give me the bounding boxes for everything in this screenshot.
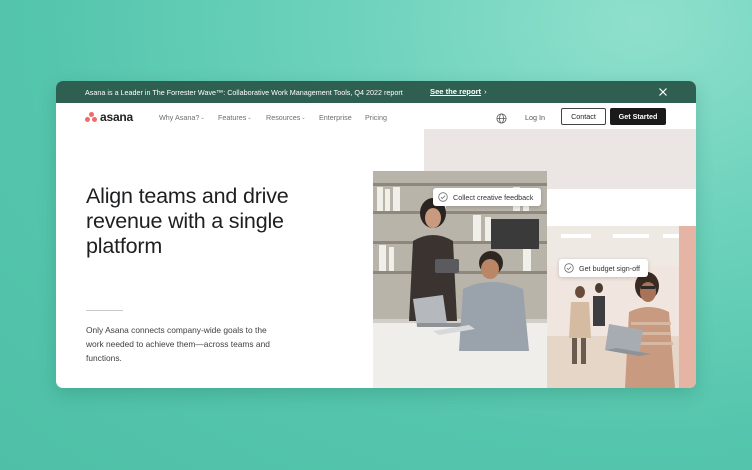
top-navigation: asana Why Asana?⌄ Features⌄ Resources⌄ E… [56,103,696,129]
chevron-down-icon: ⌄ [200,115,205,121]
divider [86,310,123,311]
chevron-down-icon: ⌄ [247,115,252,121]
nav-item-resources[interactable]: Resources⌄ [266,113,306,122]
globe-icon[interactable] [496,111,507,124]
see-the-report-label: See the report [430,87,482,96]
budget-signoff-chip: Get budget sign-off [559,259,649,277]
get-started-button[interactable]: Get Started [610,108,666,125]
close-icon[interactable] [656,85,670,99]
nav-item-label: Resources [266,113,301,122]
log-in-link[interactable]: Log In [525,113,545,122]
contact-button[interactable]: Contact [561,108,606,125]
nav-item-label: Enterprise [319,113,352,122]
nav-item-pricing[interactable]: Pricing [365,113,387,122]
collect-feedback-chip: Collect creative feedback [433,188,542,206]
check-circle-icon [438,192,448,202]
nav-item-label: Why Asana? [159,113,200,122]
see-the-report-link[interactable]: See the report › [430,87,487,96]
nav-item-why-asana[interactable]: Why Asana?⌄ [159,113,205,122]
nav-item-label: Pricing [365,113,387,122]
hero-title: Align teams and drive revenue with a sin… [86,184,289,258]
banner-text: Asana is a Leader in The Forrester Wave™… [85,88,403,97]
check-circle-icon [564,263,574,273]
asana-logo-icon [85,112,97,122]
browser-page: Asana is a Leader in The Forrester Wave™… [56,81,696,388]
nav-item-enterprise[interactable]: Enterprise [319,113,352,122]
nav-item-label: Features [218,113,247,122]
nav-item-features[interactable]: Features⌄ [218,113,252,122]
asana-logo[interactable]: asana [85,110,133,124]
chip-label: Get budget sign-off [579,263,641,273]
hero-subtitle: Only Asana connects company-wide goals t… [86,325,270,363]
brand-name: asana [100,110,134,124]
chevron-down-icon: ⌄ [301,115,306,121]
announcement-banner: Asana is a Leader in The Forrester Wave™… [56,81,696,103]
office-photo-laptop [547,226,696,388]
chevron-right-icon: › [484,87,487,96]
chip-label: Collect creative feedback [453,192,534,202]
